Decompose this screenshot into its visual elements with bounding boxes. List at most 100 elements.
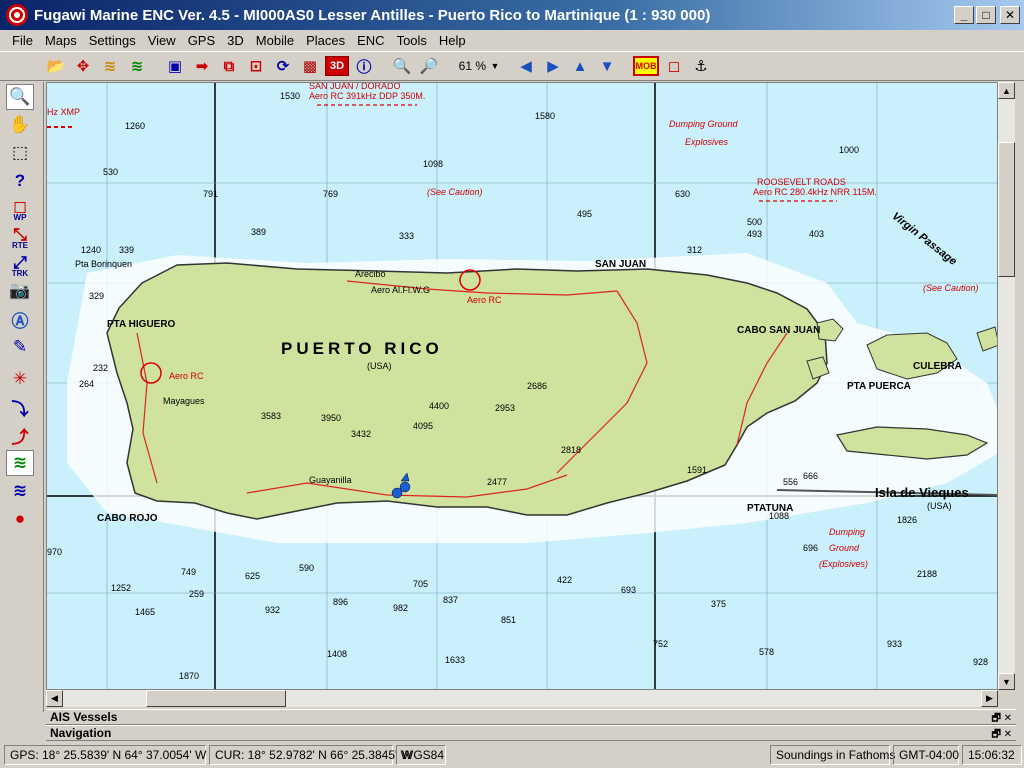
menu-tools[interactable]: Tools — [391, 33, 433, 48]
sounding: 1088 — [769, 511, 790, 521]
minimize-button[interactable]: _ — [954, 6, 974, 24]
layers-down-icon[interactable]: ≋ — [125, 54, 149, 78]
cursor-position: CUR: 18° 52.9782' N 66° 25.3845' W — [209, 745, 412, 765]
san-juan-dorado-label: SAN JUAN / DORADO — [309, 82, 401, 91]
clock: 15:06:32 — [962, 745, 1022, 765]
menu-gps[interactable]: GPS — [182, 33, 221, 48]
sounding: 375 — [711, 599, 727, 609]
menu-enc[interactable]: ENC — [351, 33, 390, 48]
zoom-in-icon[interactable]: 🔎 — [417, 54, 441, 78]
zoom-out-icon[interactable]: 🔍 — [390, 54, 414, 78]
sounding: 933 — [887, 639, 903, 649]
camera-icon[interactable]: 📷 — [6, 278, 34, 304]
island-label: PUERTO RICO — [281, 339, 443, 358]
sounding: 693 — [621, 585, 637, 595]
sounding: 625 — [245, 571, 261, 581]
horizontal-scrollbar[interactable]: ◀ ▶ — [46, 690, 998, 707]
vertical-scrollbar[interactable]: ▲ ▼ — [998, 82, 1015, 690]
menu-maps[interactable]: Maps — [39, 33, 83, 48]
pta-higuero-label: PTA HIGUERO — [107, 319, 176, 330]
measure-icon[interactable]: Ⓐ — [6, 306, 34, 332]
menu-file[interactable]: File — [6, 33, 39, 48]
layer-blue-icon[interactable]: ≋ — [6, 478, 34, 504]
chart-window-icon[interactable]: ▣ — [163, 54, 187, 78]
zoom-level[interactable]: 61 % — [444, 59, 486, 73]
vieques-label: Isla de Vieques — [875, 485, 969, 500]
route-tool-icon[interactable]: ⤡ RTE — [6, 222, 34, 250]
layers-up-icon[interactable]: ≋ — [98, 54, 122, 78]
layer-green-icon[interactable]: ≋ — [6, 450, 34, 476]
anchor-icon[interactable]: ⚓ — [689, 54, 713, 78]
track-tool-icon[interactable]: ⤢ TRK — [6, 250, 34, 278]
sounding: 1000 — [839, 145, 860, 155]
menu-help[interactable]: Help — [433, 33, 472, 48]
menu-mobile[interactable]: Mobile — [250, 33, 300, 48]
sounding: 264 — [79, 379, 95, 389]
pan-move-icon[interactable]: ✥ — [71, 54, 95, 78]
info-icon[interactable]: ⓘ — [352, 54, 376, 78]
arrow-up-icon[interactable]: ▲ — [568, 54, 592, 78]
arecibo-label: Arecibo — [355, 269, 386, 279]
ais-vessels-panel[interactable]: AIS Vessels 🗗 ✕ — [46, 709, 1016, 725]
target-tool-icon[interactable]: ● — [6, 506, 34, 532]
menu-view[interactable]: View — [142, 33, 182, 48]
window-title: Fugawi Marine ENC Ver. 4.5 - MI000AS0 Le… — [34, 6, 711, 24]
arrow-down-icon[interactable]: ▼ — [595, 54, 619, 78]
sounding: 1098 — [423, 159, 444, 169]
chart-refresh-icon[interactable]: ⟳ — [271, 54, 295, 78]
hand-pan-icon[interactable]: ✋ — [6, 112, 34, 138]
sounding: 982 — [393, 603, 409, 613]
dumping-ground-1-label: Dumping Ground — [669, 119, 738, 129]
sounding: 1465 — [135, 607, 156, 617]
timezone: GMT-04:00 — [893, 745, 959, 765]
open-folder-icon[interactable]: 📂 — [44, 54, 68, 78]
horizontal-scroll-thumb[interactable] — [146, 690, 286, 707]
sounding: 928 — [973, 657, 989, 667]
sounding: 1591 — [687, 465, 708, 475]
navigation-panel[interactable]: Navigation 🗗 ✕ — [46, 725, 1016, 741]
sounding: 851 — [501, 615, 517, 625]
pencil-icon[interactable]: ✎ — [6, 334, 34, 360]
select-rect-icon[interactable]: ⬚ — [6, 140, 34, 166]
mark-icon[interactable]: ◻ — [662, 54, 686, 78]
three-d-button[interactable]: 3D — [325, 56, 349, 76]
sounding: 1408 — [327, 649, 348, 659]
chart-forward-icon[interactable]: ➡ — [190, 54, 214, 78]
menu-places[interactable]: Places — [300, 33, 351, 48]
zoom-dropdown-icon[interactable]: ▼ — [490, 54, 500, 78]
scroll-up-icon[interactable]: ▲ — [998, 82, 1015, 99]
sounding: 666 — [803, 471, 819, 481]
aero-rc-mid-label: Aero RC — [467, 295, 502, 305]
route-edit-icon[interactable]: ✳ — [6, 366, 34, 392]
hz-xmp-label: Hz XMP — [47, 107, 81, 117]
scroll-right-icon[interactable]: ▶ — [981, 690, 998, 707]
menu-settings[interactable]: Settings — [83, 33, 142, 48]
help-question-icon[interactable]: ? — [6, 168, 34, 194]
scroll-down-icon[interactable]: ▼ — [998, 673, 1015, 690]
sounding: 232 — [93, 363, 109, 373]
menu-3d[interactable]: 3D — [221, 33, 250, 48]
sounding: 769 — [323, 189, 339, 199]
route-join-icon[interactable]: ⤴ — [6, 422, 34, 448]
sounding: 705 — [413, 579, 429, 589]
sounding: 329 — [89, 291, 105, 301]
close-button[interactable]: ✕ — [1000, 6, 1020, 24]
arrow-right-icon[interactable]: ▶ — [541, 54, 565, 78]
wp-label: WP — [13, 213, 27, 222]
maximize-button[interactable]: □ — [976, 6, 996, 24]
sounding: 389 — [251, 227, 267, 237]
sounding: 578 — [759, 647, 775, 657]
magnifier-icon[interactable]: 🔍 — [6, 84, 34, 110]
man-overboard-button[interactable]: MOB — [633, 56, 659, 76]
waypoint-tool-icon[interactable]: ◻ WP — [6, 194, 34, 222]
chart-map[interactable]: PUERTO RICO (USA) SAN JUAN CABO SAN JUAN… — [46, 82, 998, 690]
sounding: 403 — [809, 229, 825, 239]
route-insert-icon[interactable]: ⤵ — [6, 394, 34, 420]
chart-stack-icon[interactable]: ⧉ — [217, 54, 241, 78]
vertical-scroll-thumb[interactable] — [998, 142, 1015, 277]
arrow-left-icon[interactable]: ◀ — [514, 54, 538, 78]
chart-overview-icon[interactable]: ▩ — [298, 54, 322, 78]
chart-split-icon[interactable]: ⊡ — [244, 54, 268, 78]
scroll-left-icon[interactable]: ◀ — [46, 690, 63, 707]
sounding: 1240 — [81, 245, 102, 255]
